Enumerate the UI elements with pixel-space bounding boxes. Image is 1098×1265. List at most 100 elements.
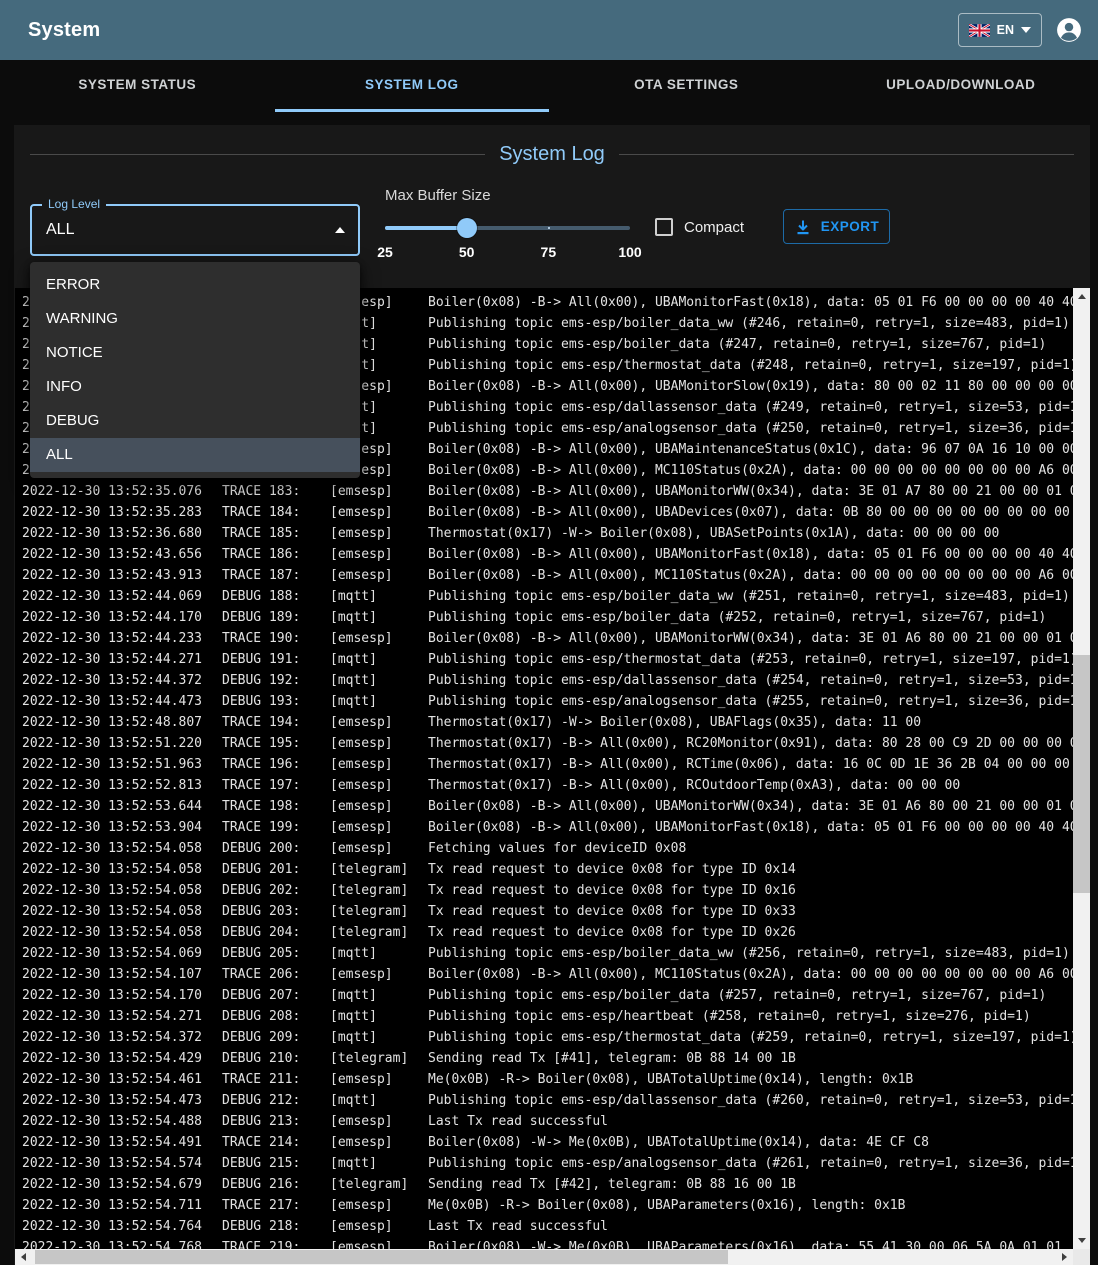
menu-item-all[interactable]: ALL <box>30 438 360 472</box>
log-row: 2022-12-30 13:52:51.963TRACE 196:[emsesp… <box>22 754 1073 775</box>
log-level: TRACE 183: <box>222 481 330 502</box>
menu-item-notice[interactable]: NOTICE <box>30 336 360 370</box>
log-level: DEBUG 205: <box>222 943 330 964</box>
scroll-up-button[interactable] <box>1073 288 1090 305</box>
compact-checkbox[interactable] <box>655 218 673 236</box>
log-source: [emsesp] <box>330 775 428 796</box>
log-source: [emsesp] <box>330 1237 428 1249</box>
log-level: TRACE 196: <box>222 754 330 775</box>
log-level-value: ALL <box>46 206 74 254</box>
log-level: DEBUG 218: <box>222 1216 330 1237</box>
tab-system-status[interactable]: SYSTEM STATUS <box>0 60 275 112</box>
log-source: [telegram] <box>330 859 428 880</box>
log-source: [emsesp] <box>330 502 428 523</box>
timestamp: 2022-12-30 13:52:54.574 <box>22 1153 222 1174</box>
compact-toggle[interactable]: Compact <box>655 215 744 239</box>
language-selector-button[interactable]: EN <box>958 13 1042 47</box>
log-source: [mqtt] <box>330 691 428 712</box>
tab-upload-download[interactable]: UPLOAD/DOWNLOAD <box>824 60 1098 112</box>
log-source: [emsesp] <box>330 481 428 502</box>
scroll-right-icon <box>1062 1253 1067 1261</box>
log-message: Tx read request to device 0x08 for type … <box>428 901 1073 922</box>
timestamp: 2022-12-30 13:52:54.461 <box>22 1069 222 1090</box>
timestamp: 2022-12-30 13:52:51.963 <box>22 754 222 775</box>
log-message: Boiler(0x08) -B-> All(0x00), MC110Status… <box>428 964 1073 985</box>
log-message: Publishing topic ems-esp/analogsensor_da… <box>428 691 1073 712</box>
log-row: 2022-12-30 13:52:44.170DEBUG 189:[mqtt]P… <box>22 607 1073 628</box>
log-source: [mqtt] <box>330 1027 428 1048</box>
log-row: 2022-12-30 13:52:44.271DEBUG 191:[mqtt]P… <box>22 649 1073 670</box>
log-row: 2022-12-30 13:52:54.574DEBUG 215:[mqtt]P… <box>22 1153 1073 1174</box>
timestamp: 2022-12-30 13:52:44.170 <box>22 607 222 628</box>
log-source: [emsesp] <box>330 754 428 775</box>
timestamp: 2022-12-30 13:52:54.058 <box>22 859 222 880</box>
compact-label: Compact <box>684 219 744 236</box>
log-source: [telegram] <box>330 901 428 922</box>
menu-item-info[interactable]: INFO <box>30 370 360 404</box>
menu-item-warning[interactable]: WARNING <box>30 302 360 336</box>
horizontal-scrollbar-thumb[interactable] <box>35 1250 728 1264</box>
timestamp: 2022-12-30 13:52:43.913 <box>22 565 222 586</box>
log-level: DEBUG 191: <box>222 649 330 670</box>
buffer-size-slider[interactable] <box>385 218 630 238</box>
export-button[interactable]: EXPORT <box>783 209 890 244</box>
slider-filled-track <box>385 226 467 230</box>
menu-item-error[interactable]: ERROR <box>30 268 360 302</box>
log-source: [mqtt] <box>330 670 428 691</box>
log-level-select[interactable]: Log Level ALL <box>30 204 360 256</box>
log-level: DEBUG 212: <box>222 1090 330 1111</box>
scroll-right-button[interactable] <box>1056 1249 1073 1265</box>
timestamp: 2022-12-30 13:52:48.807 <box>22 712 222 733</box>
log-row: 2022-12-30 13:52:36.680TRACE 185:[emsesp… <box>22 523 1073 544</box>
log-message: Publishing topic ems-esp/analogsensor_da… <box>428 1153 1073 1174</box>
log-level: TRACE 195: <box>222 733 330 754</box>
menu-item-debug[interactable]: DEBUG <box>30 404 360 438</box>
download-icon <box>794 218 812 236</box>
chevron-up-icon <box>335 227 345 233</box>
scroll-down-button[interactable] <box>1073 1232 1090 1249</box>
timestamp: 2022-12-30 13:52:54.488 <box>22 1111 222 1132</box>
title-divider-left <box>30 154 485 155</box>
tab-system-log[interactable]: SYSTEM LOG <box>275 60 550 112</box>
log-level: DEBUG 216: <box>222 1174 330 1195</box>
log-source: [emsesp] <box>330 1216 428 1237</box>
log-message: Boiler(0x08) -W-> Me(0x0B), UBAParameter… <box>428 1237 1073 1249</box>
vertical-scrollbar-thumb[interactable] <box>1073 655 1090 893</box>
log-message: Publishing topic ems-esp/dallassensor_da… <box>428 397 1073 418</box>
scroll-left-button[interactable] <box>15 1249 32 1265</box>
log-message: Tx read request to device 0x08 for type … <box>428 880 1073 901</box>
log-message: Publishing topic ems-esp/boiler_data (#2… <box>428 985 1073 1006</box>
vertical-scrollbar[interactable] <box>1073 288 1090 1249</box>
log-message: Boiler(0x08) -B-> All(0x00), UBAMonitorF… <box>428 292 1073 313</box>
log-row: 2022-12-30 13:52:54.491TRACE 214:[emsesp… <box>22 1132 1073 1153</box>
log-source: [emsesp] <box>330 544 428 565</box>
log-row: 2022-12-30 13:52:43.656TRACE 186:[emsesp… <box>22 544 1073 565</box>
timestamp: 2022-12-30 13:52:51.220 <box>22 733 222 754</box>
timestamp: 2022-12-30 13:52:54.768 <box>22 1237 222 1249</box>
uk-flag-icon <box>969 24 990 37</box>
timestamp: 2022-12-30 13:52:54.069 <box>22 943 222 964</box>
horizontal-scrollbar[interactable] <box>15 1249 1073 1265</box>
timestamp: 2022-12-30 13:52:54.058 <box>22 901 222 922</box>
account-icon[interactable] <box>1056 17 1082 43</box>
log-level: TRACE 184: <box>222 502 330 523</box>
log-message: Thermostat(0x17) -B-> All(0x00), RCTime(… <box>428 754 1073 775</box>
log-row: 2022-12-30 13:52:44.372DEBUG 192:[mqtt]P… <box>22 670 1073 691</box>
log-source: [telegram] <box>330 1048 428 1069</box>
log-source: [emsesp] <box>330 838 428 859</box>
timestamp: 2022-12-30 13:52:54.372 <box>22 1027 222 1048</box>
timestamp: 2022-12-30 13:52:43.656 <box>22 544 222 565</box>
chevron-down-icon <box>1021 27 1031 33</box>
log-row: 2022-12-30 13:52:54.488DEBUG 213:[emsesp… <box>22 1111 1073 1132</box>
log-level: TRACE 211: <box>222 1069 330 1090</box>
log-row: 2022-12-30 13:52:44.233TRACE 190:[emsesp… <box>22 628 1073 649</box>
slider-thumb[interactable] <box>457 218 477 238</box>
timestamp: 2022-12-30 13:52:36.680 <box>22 523 222 544</box>
log-message: Boiler(0x08) -B-> All(0x00), UBAMonitorF… <box>428 817 1073 838</box>
tab-ota-settings[interactable]: OTA SETTINGS <box>549 60 824 112</box>
log-level: DEBUG 210: <box>222 1048 330 1069</box>
log-level: DEBUG 213: <box>222 1111 330 1132</box>
timestamp: 2022-12-30 13:52:54.711 <box>22 1195 222 1216</box>
log-level: DEBUG 215: <box>222 1153 330 1174</box>
scroll-down-icon <box>1078 1238 1086 1243</box>
